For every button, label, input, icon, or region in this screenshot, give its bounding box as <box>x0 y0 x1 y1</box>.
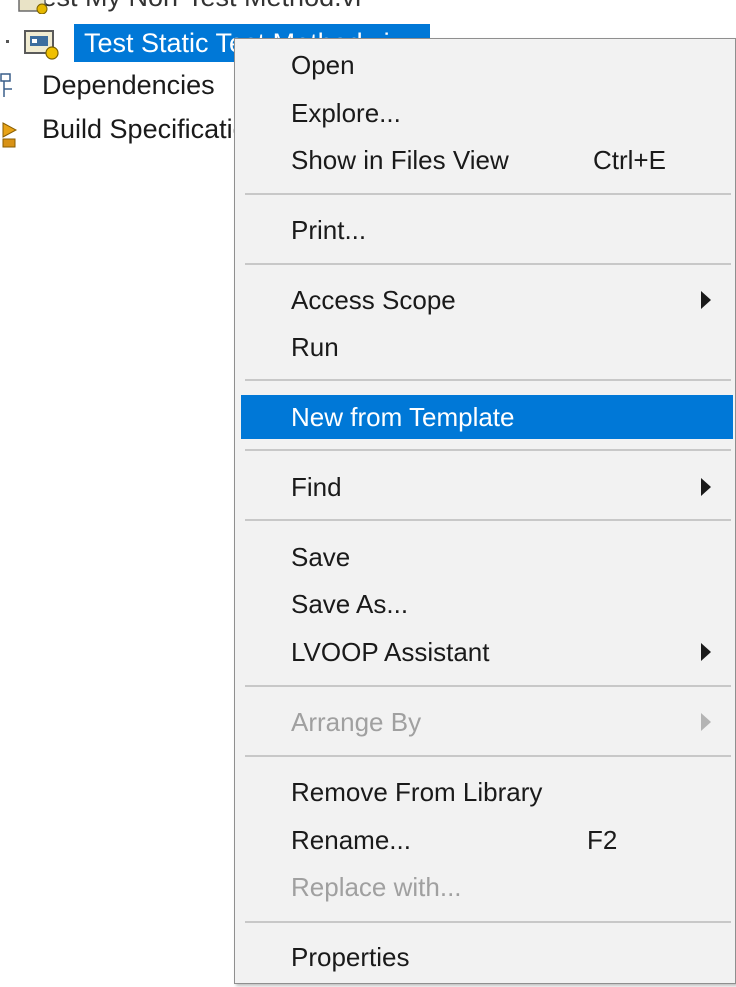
menu-item-save-as[interactable]: Save As... <box>241 582 733 626</box>
menu-separator <box>245 519 731 521</box>
submenu-arrow-icon <box>701 713 711 731</box>
menu-separator <box>245 755 731 757</box>
submenu-arrow-icon <box>701 291 711 309</box>
menu-item-new-from-template[interactable]: New from Template <box>241 395 733 439</box>
vi-icon <box>24 30 59 60</box>
build-specifications-icon <box>2 122 18 148</box>
menu-item-access-scope[interactable]: Access Scope <box>241 278 733 322</box>
menu-item-properties[interactable]: Properties <box>241 935 733 979</box>
menu-item-explore[interactable]: Explore... <box>241 91 733 135</box>
menu-item-run[interactable]: Run <box>241 325 733 369</box>
tree-item-label: Dependencies <box>42 70 215 100</box>
tree-connector <box>6 40 9 43</box>
menu-separator <box>245 263 731 265</box>
menu-separator <box>245 193 731 195</box>
menu-item-remove-from-library[interactable]: Remove From Library <box>241 770 733 814</box>
menu-item-open[interactable]: Open <box>241 43 733 87</box>
menu-item-replace-with[interactable]: Replace with... <box>241 865 733 909</box>
shortcut-label: Ctrl+E <box>593 144 666 175</box>
menu-item-save[interactable]: Save <box>241 535 733 579</box>
context-menu: Open Explore... Show in Files View Ctrl+… <box>234 38 736 984</box>
menu-item-show-in-files-view[interactable]: Show in Files View Ctrl+E <box>241 138 733 182</box>
menu-separator <box>245 379 731 381</box>
menu-item-arrange-by[interactable]: Arrange By <box>241 700 733 744</box>
menu-separator <box>245 921 731 923</box>
vi-icon <box>18 0 48 14</box>
tree-item-label: Test My Non-Test Method.vi <box>28 0 361 16</box>
menu-item-find[interactable]: Find <box>241 465 733 509</box>
menu-item-lvoop-assistant[interactable]: LVOOP Assistant <box>241 630 733 674</box>
menu-separator <box>245 685 731 687</box>
tree-item-top[interactable]: Test My Non-Test Method.vi <box>18 0 361 16</box>
project-tree: Test My Non-Test Method.vi Test Static T… <box>0 0 430 160</box>
submenu-arrow-icon <box>701 478 711 496</box>
menu-separator <box>245 449 731 451</box>
shortcut-label: F2 <box>587 824 618 855</box>
submenu-arrow-icon <box>701 643 711 661</box>
dependencies-icon <box>0 73 12 97</box>
menu-item-print[interactable]: Print... <box>241 208 733 252</box>
menu-item-rename[interactable]: Rename... F2 <box>241 818 733 862</box>
